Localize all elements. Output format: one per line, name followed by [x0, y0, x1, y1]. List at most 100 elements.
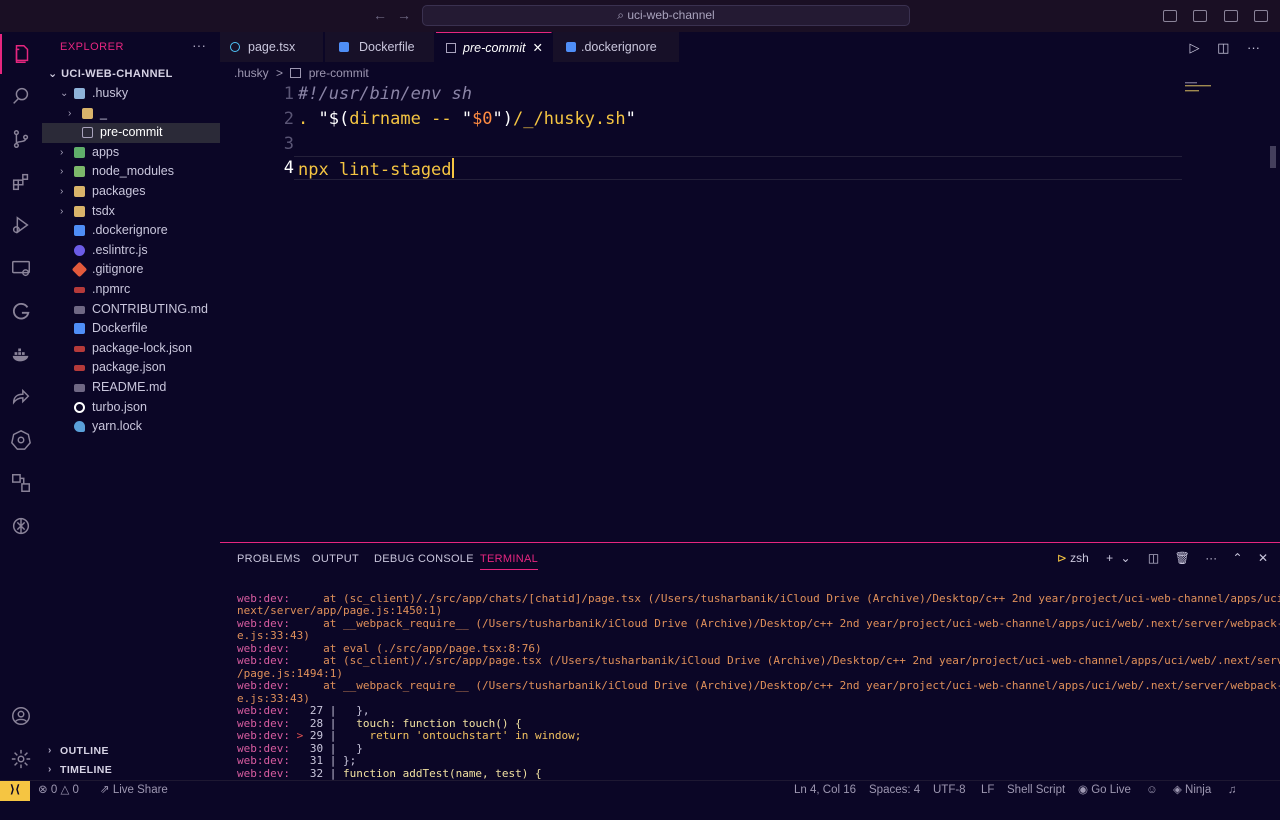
chevron-right-icon: › — [60, 205, 64, 217]
terminal-shell-name[interactable]: zsh — [1070, 551, 1089, 565]
back-arrow-icon[interactable]: ← — [373, 7, 387, 23]
tree-item-label: package-lock.json — [92, 340, 193, 355]
live-share-icon[interactable] — [0, 377, 42, 417]
tree-file-eslintrc[interactable]: .eslintrc.js — [42, 241, 220, 261]
tab-dockerignore[interactable]: .dockerignore — [553, 32, 680, 62]
tree-folder-husky[interactable]: ⌄ .husky — [42, 84, 220, 104]
chevron-down-icon[interactable]: ⌄ — [1121, 551, 1131, 565]
tree-file-readme[interactable]: README.md — [42, 378, 220, 398]
tree-file-dockerfile[interactable]: Dockerfile — [42, 319, 220, 339]
remote-explorer-icon[interactable] — [0, 248, 42, 288]
customize-layout-icon[interactable] — [1254, 10, 1268, 22]
split-terminal-icon[interactable]: ◫ — [1148, 551, 1159, 565]
remote-connections-icon[interactable] — [0, 463, 42, 503]
toggle-secondary-sidebar-icon[interactable] — [1223, 10, 1238, 22]
breadcrumb-file[interactable]: pre-commit — [309, 66, 369, 80]
tab-dockerfile[interactable]: Dockerfile — [325, 32, 435, 62]
explorer-icon[interactable] — [0, 34, 42, 74]
broadcast-icon: ◉ — [1078, 784, 1092, 796]
outline-section[interactable]: › OUTLINE — [42, 741, 220, 761]
chevron-right-icon: › — [68, 107, 72, 119]
more-actions-icon[interactable]: ··· — [1247, 40, 1260, 55]
close-panel-icon[interactable]: ✕ — [1258, 551, 1268, 565]
tab-label: Dockerfile — [359, 40, 415, 54]
tree-folder-packages[interactable]: › packages — [42, 182, 220, 202]
maximize-panel-icon[interactable]: ⌃ — [1233, 551, 1243, 565]
more-actions-icon[interactable]: ··· — [192, 37, 206, 53]
editor-scrollbar[interactable] — [1270, 146, 1276, 168]
breadcrumb: .husky > pre-commit — [234, 64, 369, 82]
toggle-panel-icon[interactable] — [1193, 10, 1208, 22]
language-mode[interactable]: Shell Script — [1007, 781, 1065, 800]
line-number: 1 — [283, 84, 294, 104]
split-editor-icon[interactable]: ◫ — [1217, 40, 1229, 55]
workspace-root[interactable]: ⌄ UCI-WEB-CHANNEL — [42, 64, 220, 84]
more-actions-icon[interactable]: ··· — [1205, 551, 1217, 565]
minimap[interactable] — [1185, 82, 1225, 94]
problems-indicator[interactable]: ⊗ 0 △ 0 — [38, 781, 79, 800]
tree-item-label: CONTRIBUTING.md — [92, 301, 208, 316]
panel-actions: ⊳ zsh + ⌄ ◫ 🗑 ··· ⌃ ✕ — [1057, 551, 1268, 565]
gitlens-icon[interactable] — [0, 291, 42, 331]
tree-file-package-lock[interactable]: package-lock.json — [42, 339, 220, 359]
close-tab-icon[interactable]: ✕ — [533, 33, 543, 63]
ninja-indicator[interactable]: ◈ Ninja — [1173, 781, 1211, 800]
kubernetes-icon[interactable] — [0, 420, 42, 460]
manage-gear-icon[interactable] — [0, 739, 42, 779]
terminal-file-icon — [82, 127, 93, 139]
tree-file-package-json[interactable]: package.json — [42, 358, 220, 378]
go-live-button[interactable]: ◉ Go Live — [1078, 781, 1131, 800]
chevron-right-icon: › — [60, 166, 64, 178]
docker-icon — [339, 42, 349, 52]
tree-file-turbo[interactable]: turbo.json — [42, 398, 220, 418]
remote-indicator-icon[interactable]: ⟩⟨ — [0, 781, 30, 801]
tree-file-dockerignore[interactable]: .dockerignore — [42, 221, 220, 241]
tree-folder-apps[interactable]: › apps — [42, 143, 220, 163]
tab-output[interactable]: OUTPUT — [312, 553, 359, 565]
tree-file-yarn-lock[interactable]: yarn.lock — [42, 417, 220, 437]
breadcrumb-folder[interactable]: .husky — [234, 66, 269, 80]
error-icon: ⊗ — [38, 784, 51, 796]
editor-actions: ▷ ◫ ··· — [1189, 40, 1260, 56]
tab-debug-console[interactable]: DEBUG CONSOLE — [374, 553, 474, 565]
encoding[interactable]: UTF-8 — [933, 781, 966, 800]
tab-problems[interactable]: PROBLEMS — [237, 553, 301, 565]
tree-folder-node-modules[interactable]: › node_modules — [42, 162, 220, 182]
timeline-section[interactable]: › TIMELINE — [42, 760, 220, 780]
tab-terminal[interactable]: TERMINAL — [480, 553, 539, 570]
cursor-position[interactable]: Ln 4, Col 16 — [794, 781, 856, 800]
tab-pre-commit[interactable]: pre-commit ✕ — [436, 32, 552, 62]
tree-file-pre-commit[interactable]: pre-commit — [42, 123, 220, 143]
notifications-bell-icon[interactable]: ♫ — [1228, 781, 1237, 800]
folder-icon — [82, 107, 93, 119]
node-folder-icon — [74, 166, 85, 178]
copilot-icon[interactable]: ☺ — [1146, 781, 1158, 800]
tab-page-tsx[interactable]: page.tsx — [220, 32, 324, 62]
end-of-line[interactable]: LF — [981, 781, 994, 800]
code-editor[interactable]: 1 2 3 4 #!/usr/bin/env sh . "$(dirname -… — [220, 82, 1280, 542]
account-icon[interactable] — [0, 696, 42, 736]
terminal-code-line: web:dev: 32 | function addTest(name, tes… — [237, 766, 542, 780]
live-share-button[interactable]: ⇗ Live Share — [100, 781, 168, 800]
source-control-icon[interactable] — [0, 119, 42, 159]
toggle-primary-sidebar-icon[interactable] — [1162, 10, 1177, 22]
tree-folder-tsdx[interactable]: › tsdx — [42, 202, 220, 222]
tree-folder-underscore[interactable]: › _ — [42, 104, 220, 124]
indentation[interactable]: Spaces: 4 — [869, 781, 920, 800]
command-center-search[interactable]: ⌕ uci-web-channel — [422, 5, 910, 26]
run-debug-icon[interactable] — [0, 205, 42, 245]
search-icon[interactable] — [0, 76, 42, 116]
run-icon[interactable]: ▷ — [1189, 40, 1199, 55]
docker-icon[interactable] — [0, 334, 42, 374]
tree-file-gitignore[interactable]: .gitignore — [42, 260, 220, 280]
trash-icon[interactable]: 🗑 — [1175, 551, 1190, 565]
tree-item-label: Dockerfile — [92, 321, 148, 336]
tree-file-contributing[interactable]: CONTRIBUTING.md — [42, 300, 220, 320]
new-terminal-icon[interactable]: + — [1106, 551, 1113, 565]
tree-file-npmrc[interactable]: .npmrc — [42, 280, 220, 300]
forward-arrow-icon[interactable]: → — [397, 7, 411, 23]
terminal-line: e.js:33:43) — [237, 691, 310, 705]
turbo-file-icon — [74, 401, 85, 413]
extensions-icon[interactable] — [0, 162, 42, 202]
chatgpt-icon[interactable] — [0, 506, 42, 546]
